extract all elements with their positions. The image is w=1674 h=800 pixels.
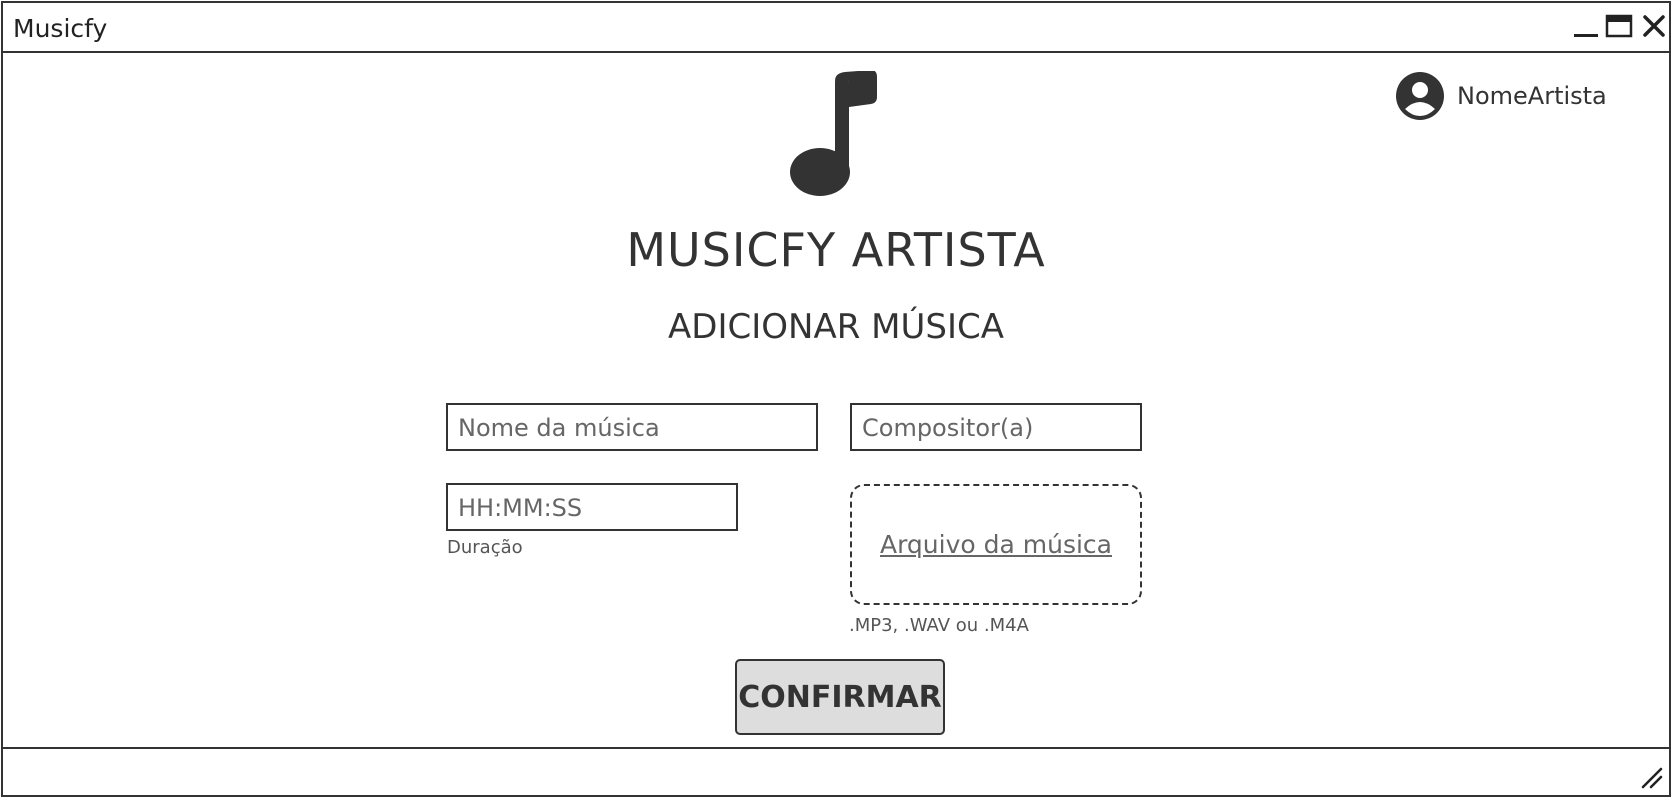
close-icon[interactable]	[1641, 13, 1667, 39]
page-title: ADICIONAR MÚSICA	[668, 307, 1004, 347]
song-name-input[interactable]: Nome da música	[446, 403, 818, 451]
window-title: Musicfy	[13, 14, 108, 43]
app-window: Musicfy NomeArtista MUSICFY ARTISTA ADIC…	[1, 1, 1671, 797]
file-upload-dropzone[interactable]: Arquivo da música	[850, 484, 1142, 605]
music-note-icon	[790, 71, 877, 196]
minimize-icon[interactable]	[1573, 13, 1599, 39]
user-circle-icon	[1396, 72, 1444, 120]
file-upload-link[interactable]: Arquivo da música	[880, 530, 1112, 559]
file-formats-hint: .MP3, .WAV ou .M4A	[849, 615, 1029, 636]
user-name: NomeArtista	[1457, 82, 1607, 110]
maximize-icon[interactable]	[1605, 13, 1633, 39]
duration-label: Duração	[447, 537, 523, 558]
resize-grip-icon[interactable]	[1639, 765, 1663, 789]
duration-input[interactable]: HH:MM:SS	[446, 483, 738, 531]
status-bar	[3, 747, 1669, 795]
title-bar: Musicfy	[3, 3, 1669, 53]
composer-input[interactable]: Compositor(a)	[850, 403, 1142, 451]
confirm-button[interactable]: CONFIRMAR	[735, 659, 945, 735]
brand-title: MUSICFY ARTISTA	[626, 223, 1046, 277]
user-profile[interactable]: NomeArtista	[1395, 71, 1607, 121]
